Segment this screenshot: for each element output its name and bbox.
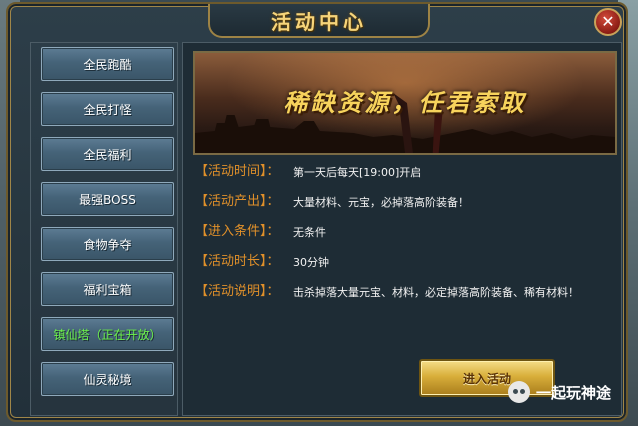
- activity-center-window: 活动中心 ✕ 全民跑酷 全民打怪 全民福利 最强BOSS 食物争夺 福利宝箱 镇…: [6, 2, 628, 422]
- activity-description-value: 击杀掉落大量元宝、材料，必定掉落高阶装备、稀有材料！: [293, 286, 579, 299]
- sidebar-item-monster-hunt[interactable]: 全民打怪: [41, 92, 174, 126]
- activity-output-value: 大量材料、元宝，必掉落高阶装备！: [293, 196, 469, 209]
- activity-time-value: 第一天后每天[19:00]开启: [293, 166, 422, 179]
- window-title: 活动中心: [271, 9, 367, 34]
- activity-detail-panel: 稀缺资源，任君索取 【活动时间】： 第一天后每天[19:00]开启 【活动产出】…: [182, 42, 622, 416]
- sidebar-item-food-battle[interactable]: 食物争夺: [41, 227, 174, 261]
- activity-sidebar: 全民跑酷 全民打怪 全民福利 最强BOSS 食物争夺 福利宝箱 镇仙塔（正在开放…: [30, 42, 178, 416]
- close-icon: ✕: [601, 12, 615, 31]
- entry-condition-row: 【进入条件】： 无条件: [195, 224, 619, 241]
- sidebar-item-parkour[interactable]: 全民跑酷: [41, 47, 174, 81]
- activity-time-row: 【活动时间】： 第一天后每天[19:00]开启: [195, 164, 619, 181]
- activity-description-row: 【活动说明】： 击杀掉落大量元宝、材料，必定掉落高阶装备、稀有材料！: [195, 284, 619, 301]
- watermark: 一起玩神途: [508, 380, 611, 404]
- sidebar-item-fairy-realm[interactable]: 仙灵秘境: [41, 362, 174, 396]
- activity-banner: 稀缺资源，任君索取: [193, 51, 617, 155]
- title-bar: 活动中心: [208, 4, 430, 38]
- activity-duration-label: 【活动时长】：: [195, 254, 280, 269]
- sidebar-item-strongest-boss[interactable]: 最强BOSS: [41, 182, 174, 216]
- entry-condition-value: 无条件: [293, 226, 326, 239]
- activity-duration-row: 【活动时长】： 30分钟: [195, 254, 619, 271]
- close-button[interactable]: ✕: [594, 8, 622, 36]
- wechat-icon: [508, 381, 530, 403]
- sidebar-item-welfare-chest[interactable]: 福利宝箱: [41, 272, 174, 306]
- watermark-text: 一起玩神途: [536, 383, 612, 402]
- entry-condition-label: 【进入条件】：: [195, 224, 280, 239]
- activity-output-label: 【活动产出】：: [195, 194, 280, 209]
- activity-time-label: 【活动时间】：: [195, 164, 280, 179]
- activity-duration-value: 30分钟: [293, 256, 329, 269]
- activity-description-label: 【活动说明】：: [195, 284, 280, 299]
- sidebar-item-welfare[interactable]: 全民福利: [41, 137, 174, 171]
- sidebar-item-zhenxian-tower[interactable]: 镇仙塔（正在开放）: [41, 317, 174, 351]
- banner-slogan: 稀缺资源，任君索取: [283, 88, 527, 117]
- activity-output-row: 【活动产出】： 大量材料、元宝，必掉落高阶装备！: [195, 194, 619, 211]
